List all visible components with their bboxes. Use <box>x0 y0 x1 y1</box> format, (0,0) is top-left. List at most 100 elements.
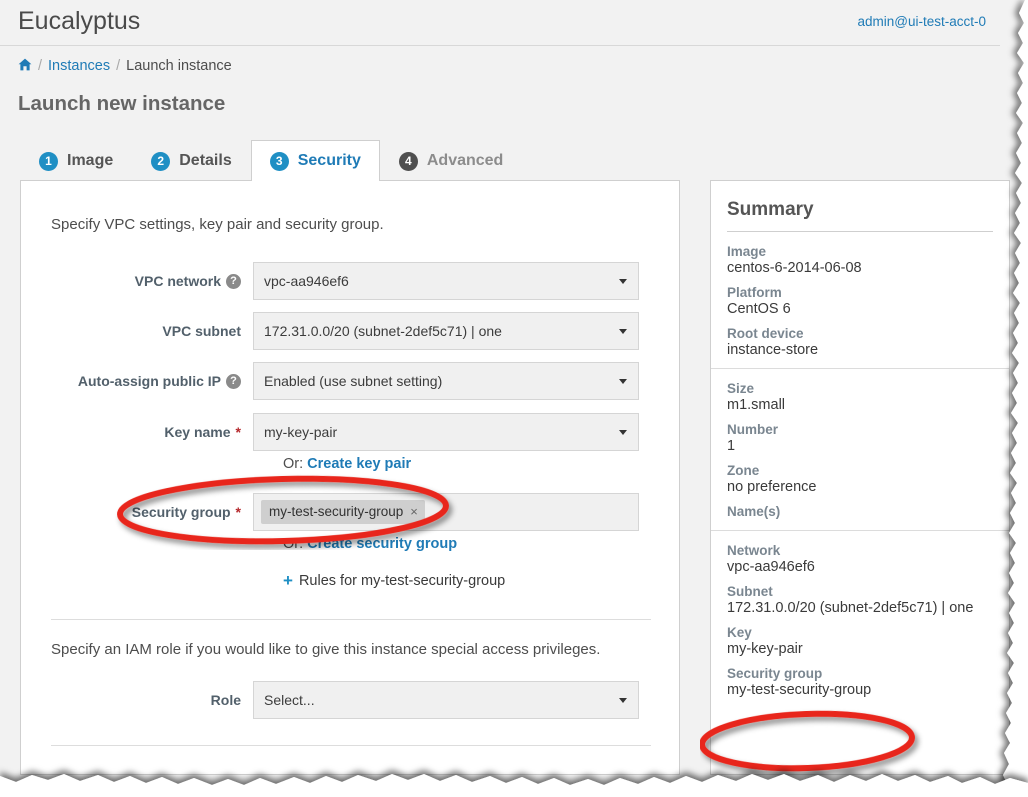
wizard-tabs: 1 Image 2 Details 3 Security 4 Advanced <box>20 139 522 181</box>
vpc-network-select[interactable]: vpc-aa946ef6 <box>253 262 639 300</box>
chevron-down-icon <box>619 430 627 435</box>
field-row-role: Role Select... <box>21 680 681 720</box>
tab-label: Advanced <box>426 152 504 169</box>
role-value: Select... <box>264 692 315 708</box>
summary-value: 1 <box>727 438 736 454</box>
step-number-icon: 3 <box>269 151 289 171</box>
vpc-subnet-label: VPC subnet <box>21 323 253 339</box>
or-prefix: Or: <box>283 536 304 552</box>
section-divider-bottom <box>51 745 651 746</box>
security-form-panel: Specify VPC settings, key pair and secur… <box>20 180 680 775</box>
home-icon[interactable] <box>18 58 32 75</box>
role-select[interactable]: Select... <box>253 681 639 719</box>
rules-label: Rules for my-test-security-group <box>298 572 506 589</box>
tab-label: Image <box>67 152 114 169</box>
plus-icon: + <box>283 571 293 590</box>
close-icon[interactable]: × <box>410 504 418 519</box>
label-text: Role <box>210 692 241 708</box>
summary-key: Root device <box>727 326 804 341</box>
summary-key: Zone <box>727 463 760 478</box>
breadcrumb-separator-2: / <box>116 58 121 75</box>
summary-value: CentOS 6 <box>727 301 791 317</box>
help-icon[interactable]: ? <box>226 373 241 389</box>
key-name-select[interactable]: my-key-pair <box>253 413 639 451</box>
security-group-token-label: my-test-security-group <box>269 504 404 519</box>
key-name-value: my-key-pair <box>264 424 338 440</box>
field-row-vpc-network: VPC network ? vpc-aa946ef6 <box>21 261 681 301</box>
label-text: VPC network <box>134 273 221 289</box>
create-key-pair-link[interactable]: Create key pair <box>307 456 411 472</box>
vpc-subnet-select[interactable]: 172.31.0.0/20 (subnet-2def5c71) | one <box>253 312 639 350</box>
step-number-icon: 1 <box>39 151 58 171</box>
field-row-vpc-subnet: VPC subnet 172.31.0.0/20 (subnet-2def5c7… <box>21 311 681 351</box>
summary-key: Subnet <box>727 584 773 599</box>
key-name-label: Key name * <box>21 424 253 440</box>
summary-key: Network <box>727 543 781 558</box>
summary-group-network: Network vpc-aa946ef6 Subnet 172.31.0.0/2… <box>711 530 1009 708</box>
iam-intro-text: Specify an IAM role if you would like to… <box>51 641 601 658</box>
tab-label: Security <box>297 152 361 169</box>
tab-security[interactable]: 3 Security <box>250 140 380 181</box>
summary-value: centos-6-2014-06-08 <box>727 260 862 276</box>
summary-value: my-key-pair <box>727 641 803 657</box>
security-group-token: my-test-security-group × <box>261 500 425 524</box>
chevron-down-icon <box>619 329 627 334</box>
summary-group-size: Size m1.small Number 1 Zone no preferenc… <box>711 368 1009 530</box>
page-title: Launch new instance <box>18 92 226 115</box>
summary-value: m1.small <box>727 397 786 413</box>
label-text: VPC subnet <box>162 323 241 339</box>
create-security-group-line: Or: Create security group <box>283 536 457 552</box>
rules-expander[interactable]: + Rules for my-test-security-group <box>283 572 505 589</box>
summary-value: vpc-aa946ef6 <box>727 559 815 575</box>
chevron-down-icon <box>619 279 627 284</box>
step-number-icon: 2 <box>151 151 171 171</box>
tab-label: Details <box>179 152 232 169</box>
required-asterisk: * <box>235 504 241 520</box>
summary-value: no preference <box>727 479 817 495</box>
create-security-group-link[interactable]: Create security group <box>307 536 457 552</box>
vpc-network-value: vpc-aa946ef6 <box>264 273 349 289</box>
summary-title: Summary <box>727 199 993 232</box>
summary-key: Image <box>727 244 767 259</box>
summary-key: Security group <box>727 666 823 681</box>
summary-value: my-test-security-group <box>727 682 872 698</box>
summary-panel: Summary Image centos-6-2014-06-08 Platfo… <box>710 180 1010 775</box>
summary-value: instance-store <box>727 342 819 358</box>
field-row-key-name: Key name * my-key-pair <box>21 412 681 452</box>
tab-advanced[interactable]: 4 Advanced <box>380 140 522 181</box>
field-row-security-group: Security group * my-test-security-group … <box>21 492 681 532</box>
section-divider-top <box>51 619 651 620</box>
label-text: Key name <box>164 424 231 440</box>
create-key-pair-line: Or: Create key pair <box>283 456 411 472</box>
breadcrumb-link-instances[interactable]: Instances <box>48 58 110 74</box>
summary-group-image: Image centos-6-2014-06-08 Platform CentO… <box>711 232 1009 368</box>
summary-key: Number <box>727 422 779 437</box>
summary-key: Platform <box>727 285 782 300</box>
auto-assign-ip-value: Enabled (use subnet setting) <box>264 373 443 389</box>
summary-key: Name(s) <box>727 504 781 519</box>
security-group-input[interactable]: my-test-security-group × <box>253 493 639 531</box>
auto-assign-ip-select[interactable]: Enabled (use subnet setting) <box>253 362 639 400</box>
chevron-down-icon <box>619 379 627 384</box>
summary-key: Size <box>727 381 755 396</box>
account-user-link[interactable]: admin@ui-test-acct-0 <box>858 14 987 29</box>
auto-assign-ip-label: Auto-assign public IP ? <box>21 373 253 389</box>
breadcrumb-current: Launch instance <box>126 58 232 75</box>
summary-value: 172.31.0.0/20 (subnet-2def5c71) | one <box>727 600 974 616</box>
role-label: Role <box>21 692 253 708</box>
label-text: Security group <box>131 504 231 520</box>
label-text: Auto-assign public IP <box>77 373 221 389</box>
field-row-auto-assign-ip: Auto-assign public IP ? Enabled (use sub… <box>21 361 681 401</box>
summary-key: Key <box>727 625 752 640</box>
breadcrumb-separator-1: / <box>38 58 43 75</box>
vpc-subnet-value: 172.31.0.0/20 (subnet-2def5c71) | one <box>264 323 502 339</box>
top-header-bar: Eucalyptus admin@ui-test-acct-0 <box>0 0 1000 46</box>
tab-details[interactable]: 2 Details <box>132 140 250 181</box>
chevron-down-icon <box>619 698 627 703</box>
app-brand-title: Eucalyptus <box>18 7 141 35</box>
help-icon[interactable]: ? <box>226 273 241 289</box>
launch-instance-screen: Eucalyptus admin@ui-test-acct-0 / Instan… <box>0 0 1028 797</box>
step-number-icon: 4 <box>398 151 418 171</box>
or-prefix: Or: <box>283 456 304 472</box>
tab-image[interactable]: 1 Image <box>20 140 132 181</box>
